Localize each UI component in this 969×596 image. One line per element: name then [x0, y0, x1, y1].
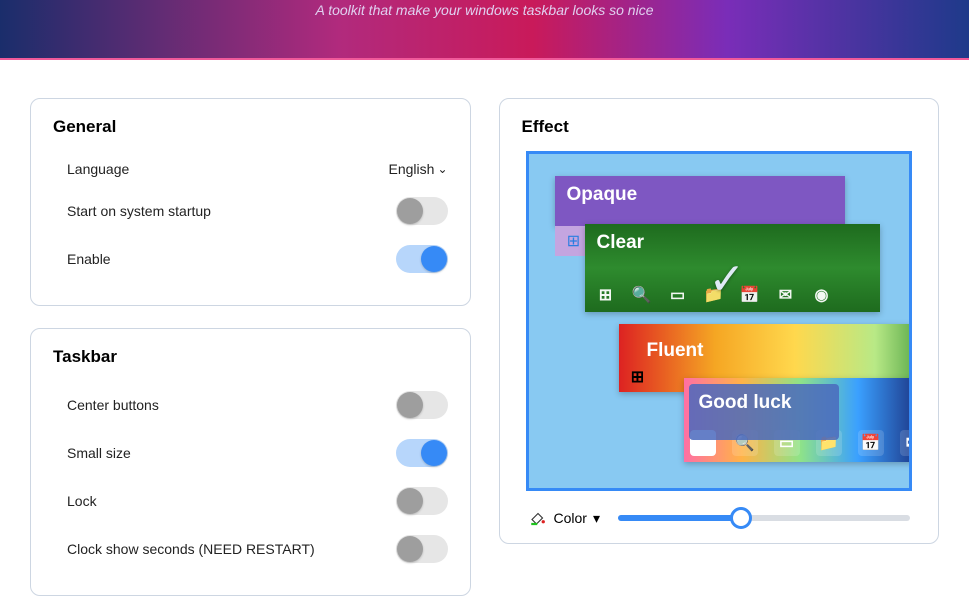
paint-bucket-icon [528, 509, 548, 527]
general-card: General Language English ⌄ Start on syst… [30, 98, 471, 306]
mail-icon: ✉ [775, 284, 797, 306]
enable-toggle[interactable] [396, 245, 448, 273]
toggle-knob [397, 392, 423, 418]
edge-icon: ◉ [811, 284, 833, 306]
effect-card: Effect Opaque ⊞ Clear ⊞ 🔍 ▭ 📁 📅 [499, 98, 940, 544]
slider-fill [618, 515, 741, 521]
effect-title: Effect [522, 117, 917, 137]
taskview-icon: ▭ [667, 284, 689, 306]
taskbar-title: Taskbar [53, 347, 448, 367]
windows-icon: ⊞ [563, 230, 585, 252]
language-label: Language [67, 161, 129, 177]
color-label: Color [554, 510, 587, 526]
banner-tagline: A toolkit that make your windows taskbar… [316, 2, 654, 18]
fluent-label: Fluent [647, 340, 847, 362]
enable-label: Enable [67, 251, 111, 267]
calendar-icon: 📅 [858, 430, 884, 456]
language-value: English [389, 161, 435, 177]
effect-option-opaque[interactable]: Opaque [555, 176, 845, 226]
goodluck-label: Good luck [689, 384, 839, 440]
clockseconds-label: Clock show seconds (NEED RESTART) [67, 541, 315, 557]
toggle-knob [397, 536, 423, 562]
startup-row: Start on system startup [53, 187, 448, 235]
center-buttons-toggle[interactable] [396, 391, 448, 419]
app-banner: A toolkit that make your windows taskbar… [0, 0, 969, 60]
small-label: Small size [67, 445, 131, 461]
lock-label: Lock [67, 493, 97, 509]
main-content: General Language English ⌄ Start on syst… [0, 60, 969, 596]
opacity-slider[interactable] [618, 515, 910, 521]
color-row: Color ▾ [522, 509, 917, 527]
dropdown-caret-icon: ▾ [593, 510, 600, 527]
clockseconds-row: Clock show seconds (NEED RESTART) [53, 525, 448, 573]
center-label: Center buttons [67, 397, 159, 413]
mail-icon: ✉ [900, 430, 913, 456]
chevron-down-icon: ⌄ [437, 162, 447, 176]
toggle-knob [397, 198, 423, 224]
general-title: General [53, 117, 448, 137]
slider-thumb[interactable] [730, 507, 752, 529]
toggle-knob [397, 488, 423, 514]
toggle-knob [421, 440, 447, 466]
lock-toggle[interactable] [396, 487, 448, 515]
center-row: Center buttons [53, 381, 448, 429]
small-row: Small size [53, 429, 448, 477]
effect-preview: Opaque ⊞ Clear ⊞ 🔍 ▭ 📁 📅 ✉ ◉ [526, 151, 913, 491]
selected-check-icon: ✓ [709, 254, 746, 305]
color-picker[interactable]: Color ▾ [528, 509, 601, 527]
search-icon: 🔍 [631, 284, 653, 306]
taskbar-card: Taskbar Center buttons Small size Lock C… [30, 328, 471, 596]
startup-label: Start on system startup [67, 203, 211, 219]
windows-icon: ⊞ [627, 366, 649, 388]
opaque-label: Opaque [567, 184, 638, 205]
clock-seconds-toggle[interactable] [396, 535, 448, 563]
enable-row: Enable [53, 235, 448, 283]
lock-row: Lock [53, 477, 448, 525]
small-size-toggle[interactable] [396, 439, 448, 467]
right-column: Effect Opaque ⊞ Clear ⊞ 🔍 ▭ 📁 📅 [499, 98, 940, 596]
toggle-knob [421, 246, 447, 272]
startup-toggle[interactable] [396, 197, 448, 225]
language-row: Language English ⌄ [53, 151, 448, 187]
windows-icon: ⊞ [595, 284, 617, 306]
left-column: General Language English ⌄ Start on syst… [30, 98, 471, 596]
language-select[interactable]: English ⌄ [389, 161, 448, 177]
